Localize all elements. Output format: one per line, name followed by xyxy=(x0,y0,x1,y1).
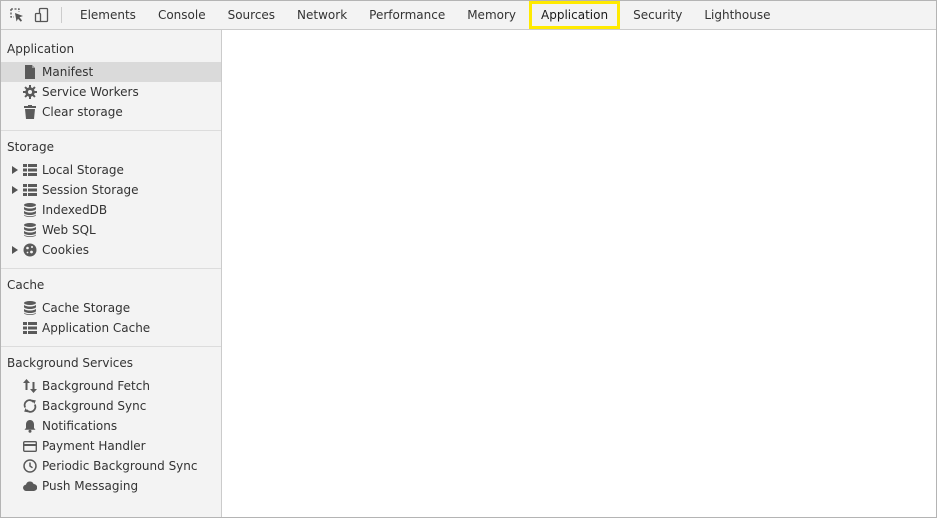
inspect-element-icon[interactable] xyxy=(7,5,27,25)
device-toggle-icon[interactable] xyxy=(32,5,52,25)
section-background-services: Background Services Background Fetch Bac… xyxy=(1,347,221,504)
database-icon xyxy=(23,223,37,237)
sidebar-item-label: Periodic Background Sync xyxy=(42,459,198,473)
tab-memory[interactable]: Memory xyxy=(456,3,527,27)
sidebar-item-label: Session Storage xyxy=(42,183,139,197)
sidebar-item-application-cache[interactable]: Application Cache xyxy=(1,318,221,338)
tab-network[interactable]: Network xyxy=(286,3,358,27)
clock-icon xyxy=(23,459,37,473)
section-title-background-services: Background Services xyxy=(7,356,134,370)
section-title-cache: Cache xyxy=(7,278,45,292)
sidebar-item-label: Cookies xyxy=(42,243,89,257)
table-grid-icon xyxy=(23,163,37,177)
sidebar-item-session-storage[interactable]: Session Storage xyxy=(1,180,221,200)
database-icon xyxy=(23,203,37,217)
section-title-application: Application xyxy=(7,42,75,56)
sidebar-item-cache-storage[interactable]: Cache Storage xyxy=(1,298,221,318)
bell-icon xyxy=(23,419,37,433)
section-application: Application Manifest Service Workers Cle… xyxy=(1,30,221,131)
application-sidebar: Application Manifest Service Workers Cle… xyxy=(1,30,222,517)
panel-tabs: Elements Console Sources Network Perform… xyxy=(69,1,782,29)
tab-sources[interactable]: Sources xyxy=(217,3,286,27)
document-icon xyxy=(23,65,37,79)
sidebar-item-label: Background Fetch xyxy=(42,379,150,393)
gear-icon xyxy=(23,85,37,99)
expand-arrow-icon[interactable] xyxy=(12,246,18,254)
sidebar-item-label: Manifest xyxy=(42,65,94,79)
sidebar-item-background-sync[interactable]: Background Sync xyxy=(1,396,221,416)
sidebar-item-indexeddb[interactable]: IndexedDB xyxy=(1,200,221,220)
sidebar-item-label: Service Workers xyxy=(42,85,139,99)
sync-icon xyxy=(23,399,37,413)
sidebar-item-label: Payment Handler xyxy=(42,439,146,453)
sidebar-item-label: Local Storage xyxy=(42,163,124,177)
tab-application[interactable]: Application xyxy=(529,1,621,29)
table-grid-icon xyxy=(23,321,37,335)
tab-elements[interactable]: Elements xyxy=(69,3,147,27)
sidebar-item-push-messaging[interactable]: Push Messaging xyxy=(1,476,221,496)
sidebar-item-notifications[interactable]: Notifications xyxy=(1,416,221,436)
sidebar-item-label: Background Sync xyxy=(42,399,147,413)
sidebar-item-clear-storage[interactable]: Clear storage xyxy=(1,102,221,122)
table-grid-icon xyxy=(23,183,37,197)
credit-card-icon xyxy=(23,439,37,453)
section-cache: Cache Cache Storage Application Cache xyxy=(1,269,221,347)
tab-performance[interactable]: Performance xyxy=(358,3,456,27)
sidebar-item-label: Push Messaging xyxy=(42,479,139,493)
sidebar-item-label: Application Cache xyxy=(42,321,151,335)
sidebar-item-web-sql[interactable]: Web SQL xyxy=(1,220,221,240)
sidebar-item-label: Web SQL xyxy=(42,223,96,237)
devtools-window: Elements Console Sources Network Perform… xyxy=(0,0,937,518)
section-title-storage: Storage xyxy=(7,140,54,154)
devtools-toolbar: Elements Console Sources Network Perform… xyxy=(1,1,936,30)
cloud-icon xyxy=(23,479,37,493)
main-content-panel xyxy=(222,30,936,517)
database-icon xyxy=(23,301,37,315)
section-storage: Storage Local Storage Session Storage In… xyxy=(1,131,221,269)
expand-arrow-icon[interactable] xyxy=(12,166,18,174)
sidebar-item-local-storage[interactable]: Local Storage xyxy=(1,160,221,180)
sidebar-item-cookies[interactable]: Cookies xyxy=(1,240,221,260)
up-down-arrows-icon xyxy=(23,379,37,393)
sidebar-item-background-fetch[interactable]: Background Fetch xyxy=(1,376,221,396)
tab-lighthouse[interactable]: Lighthouse xyxy=(693,3,781,27)
cookie-icon xyxy=(23,243,37,257)
sidebar-item-manifest[interactable]: Manifest xyxy=(1,62,221,82)
tab-console[interactable]: Console xyxy=(147,3,217,27)
toolbar-divider xyxy=(61,7,62,23)
trash-icon xyxy=(23,105,37,119)
sidebar-item-label: Notifications xyxy=(42,419,118,433)
sidebar-item-label: Cache Storage xyxy=(42,301,131,315)
sidebar-item-label: Clear storage xyxy=(42,105,123,119)
sidebar-item-periodic-background-sync[interactable]: Periodic Background Sync xyxy=(1,456,221,476)
expand-arrow-icon[interactable] xyxy=(12,186,18,194)
sidebar-item-label: IndexedDB xyxy=(42,203,108,217)
sidebar-item-service-workers[interactable]: Service Workers xyxy=(1,82,221,102)
tab-security[interactable]: Security xyxy=(622,3,693,27)
sidebar-item-payment-handler[interactable]: Payment Handler xyxy=(1,436,221,456)
